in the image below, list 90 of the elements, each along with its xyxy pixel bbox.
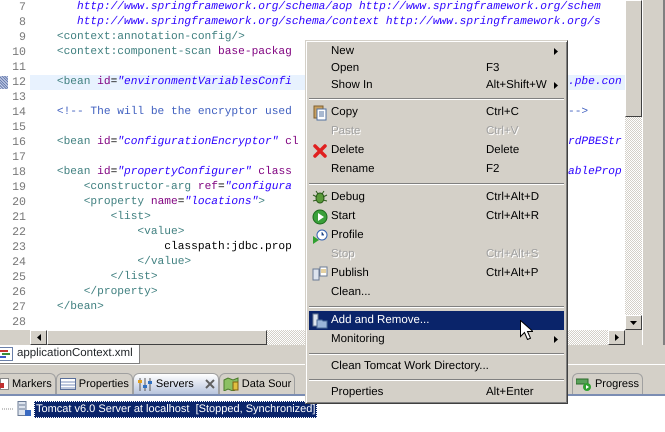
left-arrow-icon (36, 334, 40, 341)
menu-item[interactable]: Properties Alt+Enter (309, 384, 564, 401)
code-line: <context:annotation-config/> (56, 31, 245, 43)
view-tab[interactable]: Progress (572, 373, 643, 394)
code-fragment: --> (568, 105, 588, 120)
line-number: 19 (11, 180, 27, 195)
map-icon (222, 377, 239, 391)
code-line: classpath:jdbc.prop (163, 241, 292, 253)
line-number: 11 (11, 60, 27, 75)
code-line: <value> (136, 226, 184, 238)
server-icon (17, 401, 31, 418)
folder-server-icon (312, 312, 328, 328)
profile-icon (312, 228, 328, 244)
menu-item[interactable]: Open F3 (309, 60, 564, 77)
menu-item[interactable]: Monitoring (309, 330, 564, 349)
line-number: 18 (11, 165, 27, 180)
code-fragment: rdPBEStr (568, 135, 622, 150)
line-number: 9 (18, 30, 27, 45)
delete-icon (312, 142, 328, 158)
scroll-right-button[interactable] (608, 330, 625, 345)
line-number: 21 (11, 210, 27, 225)
view-tab[interactable]: Servers (132, 373, 219, 394)
code-line: <context:component-scan base-packag (56, 46, 292, 58)
code-line: <bean id="configurationEncryptor" cl (56, 136, 299, 148)
menu-item[interactable]: Delete Delete (309, 141, 564, 160)
line-number: 7 (18, 0, 27, 15)
line-number: 13 (11, 90, 27, 105)
line-number: 23 (11, 240, 27, 255)
line-number: 28 (11, 315, 27, 330)
right-arrow-icon (614, 334, 618, 341)
down-arrow-icon (630, 320, 637, 324)
line-number: 20 (11, 195, 27, 210)
menu-item[interactable]: Start Ctrl+Alt+R (309, 207, 564, 226)
menu-item[interactable]: Clean... (309, 283, 564, 302)
menu-item[interactable]: Add and Remove... (309, 311, 564, 330)
menu-item[interactable]: Show In Alt+Shift+W (309, 77, 564, 94)
editor-tab[interactable]: applicationContext.xml (0, 345, 140, 364)
scrollbar-thumb[interactable] (625, 0, 642, 117)
xml-file-icon (0, 347, 13, 361)
properties-icon (60, 377, 76, 391)
menu-item[interactable]: New (309, 43, 564, 60)
code-line: </property> (82, 286, 158, 298)
scroll-left-button[interactable] (30, 330, 47, 345)
code-line: </value> (136, 256, 192, 268)
line-number: 14 (11, 105, 27, 120)
gutter-marker (0, 76, 8, 89)
close-icon[interactable] (204, 379, 215, 389)
menu-item[interactable]: Debug Ctrl+Alt+D (309, 188, 564, 207)
menu-item[interactable]: Copy Ctrl+C (309, 103, 564, 122)
view-tab[interactable]: Markers (0, 373, 56, 394)
line-number: 8 (18, 15, 27, 30)
publish-icon (312, 266, 328, 282)
menu-item[interactable]: Rename F2 (309, 160, 564, 179)
line-number: 16 (11, 135, 27, 150)
code-line: <property name="locations"> (82, 196, 266, 208)
line-number: 26 (11, 285, 27, 300)
scroll-down-button[interactable] (625, 315, 642, 330)
servers-icon (136, 377, 153, 391)
code-fragment: .pbe.con (568, 75, 622, 90)
scrollbar-thumb[interactable] (47, 330, 267, 345)
line-number: 25 (11, 270, 27, 285)
cursor-icon (520, 320, 533, 340)
bug-icon (312, 190, 328, 206)
code-line: <constructor-arg ref="configura (82, 181, 292, 193)
menu-item[interactable]: Profile (309, 226, 564, 245)
view-tab[interactable]: Properties (56, 373, 133, 394)
view-tab[interactable]: Data Sour (218, 373, 296, 394)
line-number: 22 (11, 225, 27, 240)
menu-item[interactable]: Clean Tomcat Work Directory... (309, 358, 564, 375)
line-number: 27 (11, 300, 27, 315)
server-item[interactable]: Tomcat v6.0 Server at localhost [Stopped, Synchronized] (34, 401, 318, 418)
line-number: 15 (11, 120, 27, 135)
line-number: 12 (11, 75, 27, 90)
code-line: <bean id="environmentVariablesConfi (56, 76, 292, 88)
code-line: <!-- The will be the encryptor used (56, 106, 292, 118)
copy-icon (312, 104, 328, 120)
code-line: http://www.springframework.org/schema/aop http://www.springframework.org/schem (76, 1, 601, 13)
code-line: </list> (110, 271, 158, 283)
play-icon (312, 208, 328, 224)
markers-icon (0, 377, 9, 391)
progress-icon (576, 377, 592, 391)
line-number: 24 (11, 255, 27, 270)
line-number: 17 (11, 150, 27, 165)
code-line: <list> (110, 211, 151, 223)
line-number: 10 (11, 45, 27, 60)
code-fragment: ableProp (568, 165, 622, 180)
code-line: http://www.springframework.org/schema/context http://www.springframework.org/s (76, 16, 601, 28)
menu-item[interactable]: Publish Ctrl+Alt+P (309, 264, 564, 283)
code-line: <bean id="propertyConfigurer" class (56, 166, 292, 178)
code-line: </bean> (56, 301, 104, 313)
